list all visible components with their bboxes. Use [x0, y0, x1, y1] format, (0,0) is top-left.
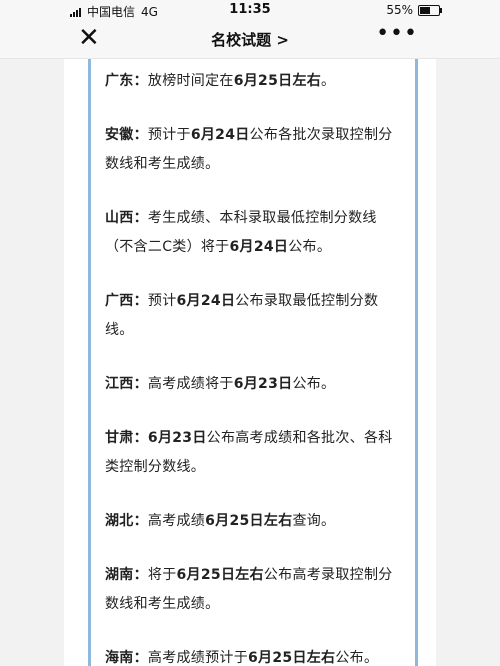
- battery-icon: [418, 4, 442, 16]
- province-label: 甘肃：: [105, 430, 148, 446]
- item-date: 6月24日: [229, 239, 289, 255]
- item-text: 预计于: [147, 127, 191, 143]
- list-item: 海南：高考成绩预计于6月25日左右公布。: [105, 644, 401, 666]
- item-date: 6月25日左右: [248, 650, 336, 666]
- item-date: 6月25日左右: [233, 73, 322, 89]
- province-label: 安徽：: [105, 127, 148, 143]
- item-text: 高考成绩将于: [147, 376, 234, 392]
- item-date: 6月23日: [147, 430, 207, 446]
- list-item: 甘肃：6月23日公布高考成绩和各批次、各科类控制分数线。: [105, 424, 401, 482]
- item-text: 公布。: [335, 650, 379, 666]
- list-item: 山西：考生成绩、本科录取最低控制分数线（不含二C类）将于6月24日公布。: [105, 204, 401, 262]
- list-item: 湖北：高考成绩6月25日左右查询。: [105, 507, 401, 536]
- item-date: 6月23日: [233, 376, 293, 392]
- item-text: 预计: [147, 293, 177, 309]
- item-text: 公布。: [288, 239, 332, 255]
- status-right: 55%: [386, 3, 442, 17]
- item-text: 。: [321, 73, 336, 89]
- province-label: 海南：: [105, 650, 148, 666]
- list-item: 江西：高考成绩将于6月23日公布。: [105, 370, 401, 399]
- item-date: 6月25日左右: [205, 513, 293, 529]
- province-label: 湖北：: [105, 513, 148, 529]
- article-content: 广东：放榜时间定在6月25日左右。 安徽：预计于6月24日公布各批次录取控制分数线…: [105, 67, 401, 666]
- list-item: 广东：放榜时间定在6月25日左右。: [105, 67, 401, 96]
- item-text: 公布。: [292, 376, 336, 392]
- list-item: 广西：预计6月24日公布录取最低控制分数线。: [105, 287, 401, 345]
- article-page: 广东：放榜时间定在6月25日左右。 安徽：预计于6月24日公布各批次录取控制分数线…: [64, 59, 436, 666]
- item-text: 高考成绩: [147, 513, 206, 529]
- list-item: 湖南：将于6月25日左右公布高考录取控制分数线和考生成绩。: [105, 561, 401, 619]
- battery-fill: [420, 6, 430, 14]
- item-text: 高考成绩预计于: [147, 650, 249, 666]
- item-date: 6月25日左右: [176, 567, 264, 583]
- province-label: 湖南：: [105, 567, 148, 583]
- battery-percent: 55%: [386, 3, 413, 17]
- province-label: 广西：: [105, 293, 148, 309]
- list-item: 安徽：预计于6月24日公布各批次录取控制分数线和考生成绩。: [105, 121, 401, 179]
- item-text: 将于: [147, 567, 177, 583]
- item-date: 6月24日: [176, 293, 236, 309]
- item-text: 放榜时间定在: [147, 73, 234, 89]
- province-label: 山西：: [105, 210, 148, 226]
- province-label: 广东：: [105, 73, 148, 89]
- more-icon[interactable]: •••: [376, 22, 418, 46]
- nav-bar: ✕ 名校试题 > •••: [0, 20, 500, 59]
- province-label: 江西：: [105, 376, 148, 392]
- item-date: 6月24日: [190, 127, 250, 143]
- item-text: 查询。: [292, 513, 336, 529]
- page-title[interactable]: 名校试题 >: [0, 29, 500, 50]
- status-bar: 中国电信 4G 11:35 55%: [0, 0, 500, 20]
